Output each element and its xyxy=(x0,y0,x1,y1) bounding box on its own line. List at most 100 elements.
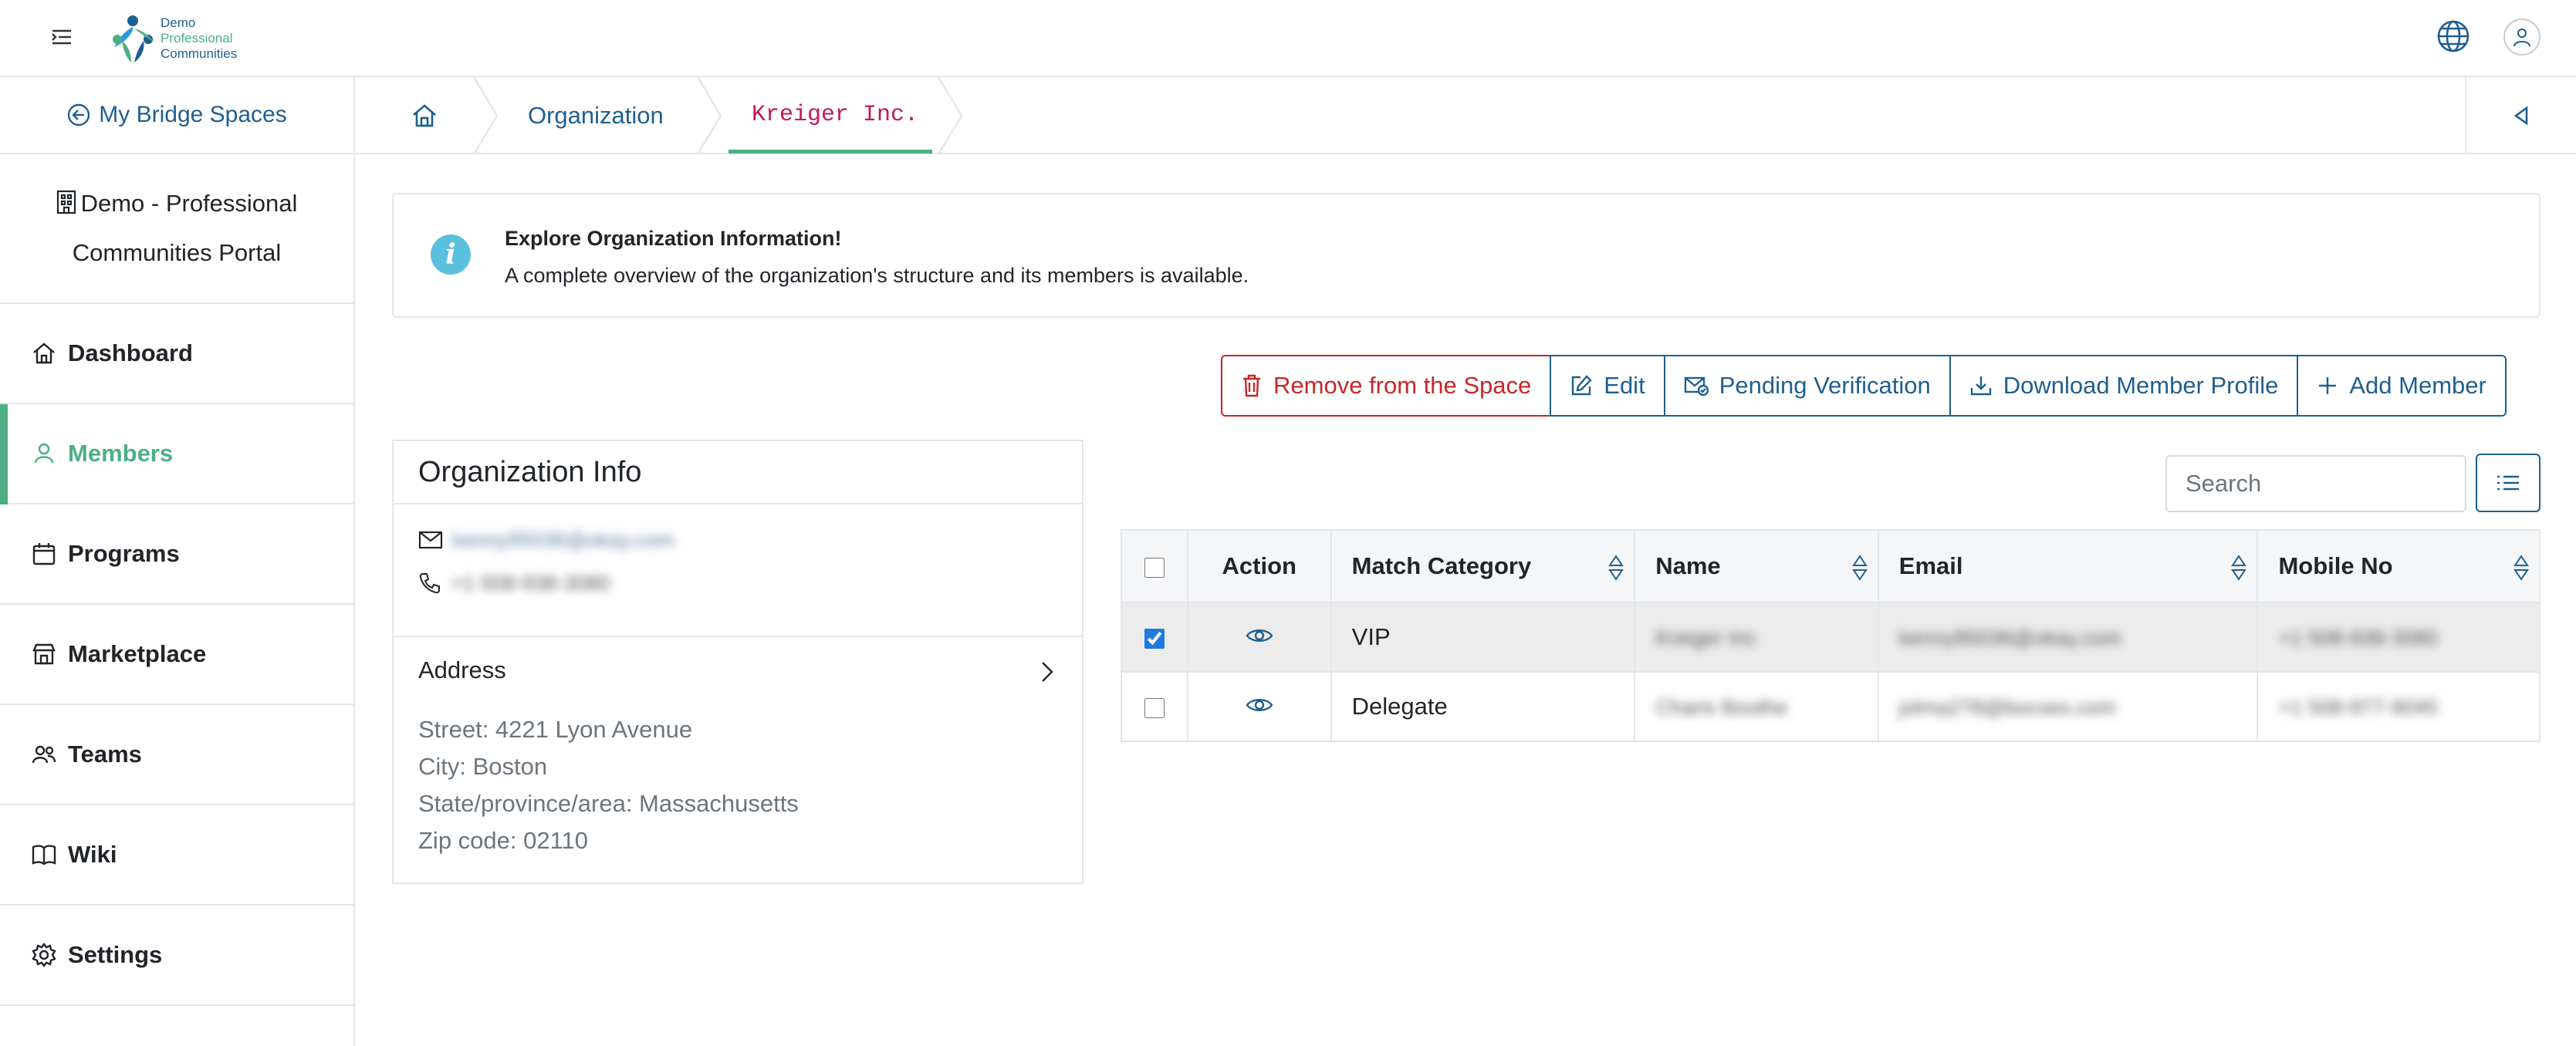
select-all-cell xyxy=(1121,529,1188,603)
sidebar-item-teams[interactable]: Teams xyxy=(0,705,353,805)
caret-left-icon xyxy=(2513,106,2528,126)
alert-title: Explore Organization Information! xyxy=(505,227,842,250)
row-checkbox[interactable] xyxy=(1144,697,1165,718)
org-info-title: Organization Info xyxy=(394,441,1082,504)
language-globe-icon[interactable] xyxy=(2436,19,2471,54)
sidebar-item-settings[interactable]: Settings xyxy=(0,906,353,1006)
alert-text: A complete overview of the organization'… xyxy=(505,264,1249,287)
org-email-row: kenny95036@okay.com xyxy=(394,518,1082,562)
book-icon xyxy=(32,845,56,865)
download-icon xyxy=(1970,376,1991,396)
phone-icon xyxy=(419,573,440,594)
breadcrumb-separator-icon xyxy=(937,77,963,154)
row-mobile: +1 508-938-3080 xyxy=(2278,626,2438,650)
sort-icon xyxy=(2231,555,2247,581)
sort-icon xyxy=(1851,555,1868,581)
back-circle-icon xyxy=(68,103,90,127)
row-mobile: +1 508-977-9045 xyxy=(2278,696,2438,719)
row-email: kenny95036@okay.com xyxy=(1898,626,2121,650)
address-street: Street: 4221 Lyon Avenue xyxy=(418,716,693,743)
user-icon xyxy=(2513,29,2530,47)
portal-name: Demo - Professional Communities Portal xyxy=(0,154,353,304)
app-logo[interactable]: Demo Professional Communities xyxy=(108,9,237,68)
user-menu-button[interactable] xyxy=(2503,19,2541,56)
address-toggle[interactable]: Address xyxy=(394,636,1082,704)
remove-from-space-button[interactable]: Remove from the Space xyxy=(1221,355,1552,417)
breadcrumb: Organization Kreiger Inc. xyxy=(355,77,2576,154)
edit-icon xyxy=(1572,375,1592,396)
search-input[interactable] xyxy=(2165,455,2466,512)
row-name: Kreiger Inc xyxy=(1655,626,1756,650)
sidebar-item-programs[interactable]: Programs xyxy=(0,504,353,605)
sidebar-item-dashboard[interactable]: Dashboard xyxy=(0,304,353,404)
sidebar-item-marketplace[interactable]: Marketplace xyxy=(0,605,353,705)
mail-icon xyxy=(418,531,443,549)
column-header-match-category[interactable]: Match Category xyxy=(1330,529,1636,603)
chevron-right-icon xyxy=(1042,662,1053,682)
row-email: jolma278@bocses.com xyxy=(1898,696,2116,719)
team-icon xyxy=(32,745,56,764)
list-icon xyxy=(2497,475,2519,491)
org-phone-row: +1 508-938-3080 xyxy=(394,562,1082,605)
sort-icon xyxy=(1608,555,1624,581)
sidebar: My Bridge Spaces Demo - Professional Com… xyxy=(0,77,355,1046)
breadcrumb-current: Kreiger Inc. xyxy=(752,102,919,128)
add-member-button[interactable]: Add Member xyxy=(2297,355,2507,417)
mail-check-icon xyxy=(1684,376,1709,396)
calendar-icon xyxy=(32,543,56,565)
column-header-email[interactable]: Email xyxy=(1877,529,2259,603)
address-zip: Zip code: 02110 xyxy=(418,827,589,854)
breadcrumb-home-icon[interactable] xyxy=(409,100,440,131)
plus-icon xyxy=(2319,377,2337,394)
breadcrumb-active-underline xyxy=(729,150,932,154)
store-icon xyxy=(32,643,56,665)
row-match-category: Delegate xyxy=(1330,671,1636,742)
logo-mark-icon xyxy=(113,15,154,62)
breadcrumb-separator-icon xyxy=(472,77,499,154)
info-icon: i xyxy=(431,235,471,275)
gear-icon xyxy=(32,943,56,967)
info-alert: i Explore Organization Information! A co… xyxy=(392,193,2541,318)
action-button-group: Remove from the Space Edit Pending Verif… xyxy=(1221,355,2507,417)
breadcrumb-organization[interactable]: Organization xyxy=(528,102,664,130)
building-icon xyxy=(56,190,76,214)
sidebar-item-wiki[interactable]: Wiki xyxy=(0,805,353,906)
table-header-row: Action Match Category Name Email Mobile … xyxy=(1121,529,2541,603)
my-bridge-spaces-link[interactable]: My Bridge Spaces xyxy=(0,77,353,154)
organization-info-card: Organization Info kenny95036@okay.com +1… xyxy=(392,440,1083,884)
trash-icon xyxy=(1243,374,1260,397)
row-select-cell xyxy=(1121,602,1188,673)
view-eye-icon[interactable] xyxy=(1246,696,1273,714)
breadcrumb-separator-icon xyxy=(696,77,722,154)
home-icon xyxy=(33,342,55,364)
row-match-category: VIP xyxy=(1330,602,1636,673)
column-list-button[interactable] xyxy=(2476,454,2541,512)
address-state: State/province/area: Massachusetts xyxy=(418,790,799,817)
user-icon xyxy=(34,443,54,464)
row-name: Charis Boothe xyxy=(1655,696,1788,719)
address-details: Street: 4221 Lyon Avenue City: Boston St… xyxy=(418,711,799,859)
row-action-cell xyxy=(1186,671,1332,742)
org-email[interactable]: kenny95036@okay.com xyxy=(452,528,674,552)
download-member-profile-button[interactable]: Download Member Profile xyxy=(1949,355,2299,417)
column-header-action: Action xyxy=(1186,529,1332,603)
column-header-mobile-no[interactable]: Mobile No xyxy=(2257,529,2541,603)
sort-icon xyxy=(2513,555,2529,581)
sidebar-item-members[interactable]: Members xyxy=(0,404,353,504)
select-all-checkbox[interactable] xyxy=(1144,557,1165,578)
table-row[interactable]: Delegate Charis Boothe jolma278@bocses.c… xyxy=(1121,671,2541,742)
top-bar: Demo Professional Communities xyxy=(0,0,2576,77)
edit-button[interactable]: Edit xyxy=(1550,355,1665,417)
row-checkbox[interactable] xyxy=(1144,628,1165,649)
org-phone: +1 508-938-3080 xyxy=(451,571,610,595)
collapse-panel-button[interactable] xyxy=(2465,77,2576,154)
column-header-name[interactable]: Name xyxy=(1634,529,1879,603)
pending-verification-button[interactable]: Pending Verification xyxy=(1663,355,1951,417)
table-row[interactable]: VIP Kreiger Inc kenny95036@okay.com +1 5… xyxy=(1121,602,2541,673)
row-action-cell xyxy=(1186,602,1332,673)
row-select-cell xyxy=(1121,671,1188,742)
menu-toggle-icon[interactable] xyxy=(49,25,74,49)
view-eye-icon[interactable] xyxy=(1246,626,1273,645)
address-city: City: Boston xyxy=(418,753,548,780)
logo-text: Demo Professional Communities xyxy=(161,15,238,61)
